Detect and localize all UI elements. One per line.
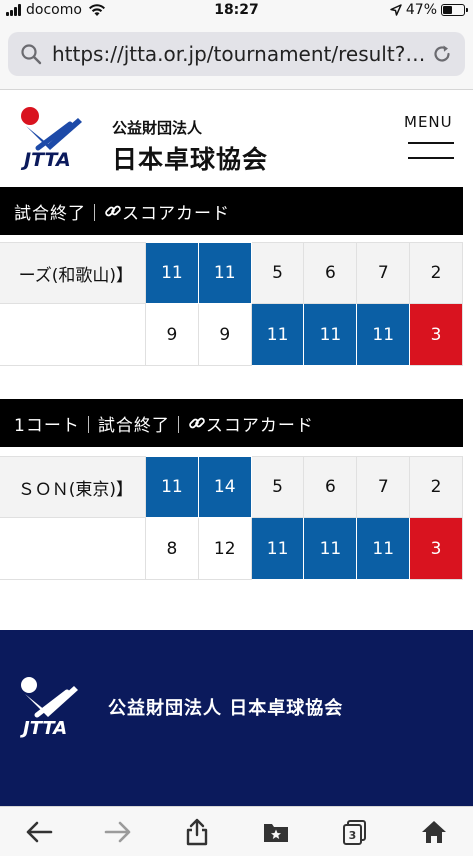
link-icon [105, 205, 121, 217]
game-score: 9 [198, 304, 252, 366]
game-score: 6 [304, 456, 358, 518]
link-icon [189, 417, 205, 429]
game-score: 11 [304, 518, 358, 580]
status-right: 47% [390, 2, 468, 18]
score-row-player1: ーズ(和歌山)】 11 11 5 6 7 2 [0, 242, 463, 304]
battery-percent: 47% [405, 2, 437, 18]
game-score: 11 [146, 242, 199, 304]
search-icon [21, 44, 42, 65]
tabs-icon: 3 [342, 819, 366, 845]
forward-button[interactable] [98, 812, 138, 852]
bookmark-folder-icon [263, 823, 288, 842]
games-won-total: 2 [410, 242, 463, 304]
game-score: 12 [198, 518, 252, 580]
scorecard-link[interactable]: スコアカード [104, 199, 230, 224]
org-subtitle: 公益財団法人 [112, 119, 203, 137]
match-header: 試合終了｜ スコアカード [0, 187, 463, 235]
home-button[interactable] [414, 812, 454, 852]
games-won-total: 3 [410, 304, 463, 366]
player-name: ーズ(和歌山)】 [0, 242, 146, 304]
menu-button[interactable]: MENU [404, 113, 453, 131]
game-score: 11 [251, 304, 305, 366]
game-score: 7 [357, 242, 411, 304]
game-score: 8 [146, 518, 199, 580]
match-status: 試合終了｜ [14, 203, 104, 224]
game-score: 11 [146, 456, 199, 518]
share-icon [186, 818, 208, 845]
svg-text:3: 3 [348, 829, 356, 842]
svg-text:JTTA: JTTA [20, 718, 67, 738]
tabs-button[interactable]: 3 [335, 812, 375, 852]
player-name [0, 304, 146, 366]
score-row-player2: 9 9 11 11 11 3 [0, 304, 463, 366]
share-button[interactable] [177, 812, 217, 852]
home-icon [421, 820, 446, 843]
game-score: 11 [357, 304, 411, 366]
game-score: 11 [304, 304, 358, 366]
status-bar: docomo 18:27 47% [0, 0, 473, 22]
game-score: 5 [251, 456, 305, 518]
games-won-total: 2 [410, 456, 463, 518]
match-header: 1コート｜試合終了｜ スコアカード [0, 399, 463, 447]
svg-text:JTTA: JTTA [20, 149, 71, 170]
footer-org-name: 公益財団法人 日本卓球協会 [108, 698, 344, 719]
scorecard-link-label[interactable]: スコアカード [206, 411, 314, 436]
jtta-logo[interactable]: JTTA [18, 104, 88, 170]
menu-line-icon[interactable] [408, 157, 454, 159]
game-score: 11 [251, 518, 305, 580]
game-score: 9 [146, 304, 199, 366]
address-bar[interactable]: https://jtta.or.jp/tournament/result?cd=… [8, 32, 465, 76]
back-arrow-icon [27, 821, 53, 842]
game-score: 7 [357, 456, 411, 518]
footer-jtta-logo[interactable]: JTTA [18, 674, 84, 738]
game-score: 14 [198, 456, 252, 518]
browser-chrome: https://jtta.or.jp/tournament/result?cd=… [0, 22, 473, 90]
game-score: 11 [198, 242, 252, 304]
browser-toolbar: 3 [0, 806, 473, 856]
game-score: 6 [304, 242, 358, 304]
scorecard-link-label[interactable]: スコアカード [122, 199, 230, 224]
org-title: 日本卓球協会 [112, 145, 269, 174]
match-status: 1コート｜試合終了｜ [14, 415, 188, 436]
url-text[interactable]: https://jtta.or.jp/tournament/result?cd=… [52, 42, 431, 66]
bookmarks-button[interactable] [256, 812, 296, 852]
back-button[interactable] [19, 812, 59, 852]
game-score: 11 [357, 518, 411, 580]
battery-icon [441, 4, 468, 16]
scorecard-link[interactable]: スコアカード [188, 411, 314, 436]
menu-line-icon[interactable] [408, 142, 454, 144]
game-score: 5 [251, 242, 305, 304]
reload-icon[interactable] [431, 43, 453, 65]
location-arrow-icon [390, 4, 402, 16]
score-row-player2: 8 12 11 11 11 3 [0, 518, 463, 580]
player-name [0, 518, 146, 580]
score-row-player1: ＳＯＮ(東京)】 11 14 5 6 7 2 [0, 456, 463, 518]
player-name: ＳＯＮ(東京)】 [0, 456, 146, 518]
forward-arrow-icon [104, 821, 131, 842]
games-won-total: 3 [410, 518, 463, 580]
